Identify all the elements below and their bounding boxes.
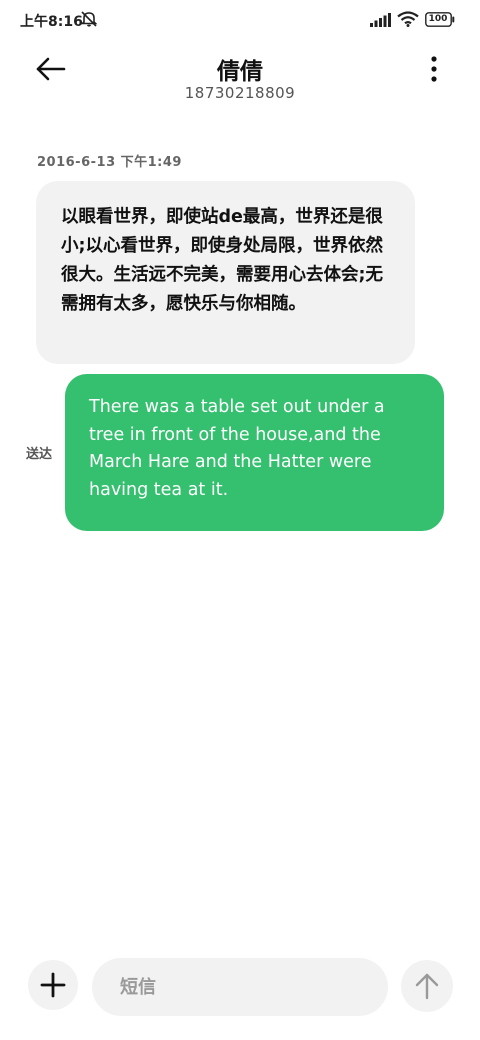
status-time: 上午8:16 [20,14,83,30]
messaging-screen: 上午8:16 100 倩倩 18730218809 2016-6-13 下午1:… [0,0,480,1040]
wifi-icon [397,11,419,27]
message-input[interactable] [92,958,388,1016]
incoming-message-text: 以眼看世界，即使站de最高，世界还是很小;以心看世界，即使身处局限，世界依然很大… [61,207,383,314]
status-bar: 上午8:16 100 [0,0,480,40]
back-button[interactable] [34,54,68,84]
incoming-message-bubble[interactable]: 以眼看世界，即使站de最高，世界还是很小;以心看世界，即使身处局限，世界依然很大… [36,181,415,364]
battery-level: 100 [428,14,448,24]
signal-icon [370,13,391,27]
arrow-left-icon [36,57,66,81]
message-timestamp: 2016-6-13 下午1:49 [37,155,182,170]
send-button[interactable] [401,960,453,1012]
contact-number: 18730218809 [184,84,296,102]
delivery-status: 送达 [26,447,53,462]
more-vertical-icon [431,56,437,82]
contact-name: 倩倩 [217,59,263,85]
add-attachment-button[interactable] [28,960,78,1010]
arrow-up-icon [415,973,439,1000]
plus-icon [40,972,66,998]
outgoing-message-bubble[interactable]: There was a table set out under a tree i… [65,374,444,531]
mute-icon [80,11,98,27]
outgoing-message-text: There was a table set out under a tree i… [89,397,385,500]
more-options-button[interactable] [420,55,448,83]
